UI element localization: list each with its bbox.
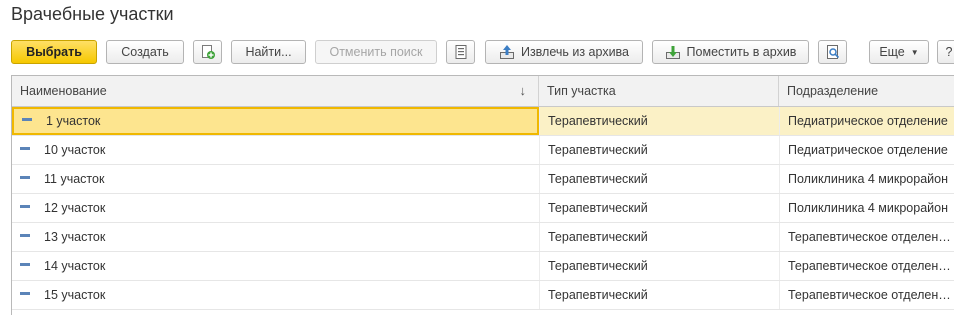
table-body: 1 участок Терапевтический Педиатрическое… xyxy=(12,107,954,310)
extract-from-archive-button[interactable]: Извлечь из архива xyxy=(485,40,643,64)
row-name: 10 участок xyxy=(44,143,106,157)
table-row[interactable]: 12 участок Терапевтический Поликлиника 4… xyxy=(12,194,954,223)
table-row[interactable]: 10 участок Терапевтический Педиатрическо… xyxy=(12,136,954,165)
help-button[interactable]: ? xyxy=(937,40,954,64)
row-department-cell[interactable]: Поликлиника 4 микрорайон xyxy=(779,194,954,222)
row-name: 13 участок xyxy=(44,230,106,244)
row-department-cell[interactable]: Педиатрическое отделение xyxy=(779,136,954,164)
table-row[interactable]: 11 участок Терапевтический Поликлиника 4… xyxy=(12,165,954,194)
create-button[interactable]: Создать xyxy=(106,40,184,64)
row-name-cell[interactable]: 12 участок xyxy=(12,194,539,222)
list-icon xyxy=(453,44,469,60)
add-copy-icon xyxy=(200,44,216,60)
table-row[interactable]: 14 участок Терапевтический Терапевтическ… xyxy=(12,252,954,281)
column-header-name[interactable]: Наименование ↓ xyxy=(12,76,539,106)
search-document-button[interactable] xyxy=(818,40,847,64)
toolbar: Выбрать Создать Найти... Отменить поиск xyxy=(11,40,954,64)
sort-down-icon: ↓ xyxy=(519,83,527,98)
item-icon xyxy=(20,263,30,267)
row-name-cell[interactable]: 15 участок xyxy=(12,281,539,309)
row-name: 14 участок xyxy=(44,259,106,273)
more-button[interactable]: Еще ▼ xyxy=(869,40,929,64)
row-department-cell[interactable]: Педиатрическое отделение xyxy=(779,107,954,135)
row-department-cell[interactable]: Поликлиника 4 микрорайон xyxy=(779,165,954,193)
item-icon xyxy=(20,205,30,209)
put-archive-icon xyxy=(665,44,681,60)
select-button[interactable]: Выбрать xyxy=(11,40,97,64)
column-header-department[interactable]: Подразделение xyxy=(779,76,954,106)
row-type-cell[interactable]: Терапевтический xyxy=(539,136,779,164)
row-name: 15 участок xyxy=(44,288,106,302)
row-name-cell[interactable]: 1 участок xyxy=(12,107,539,135)
chevron-down-icon: ▼ xyxy=(910,47,919,57)
row-name-cell[interactable]: 14 участок xyxy=(12,252,539,280)
row-name-cell[interactable]: 13 участок xyxy=(12,223,539,251)
row-name: 12 участок xyxy=(44,201,106,215)
row-name: 11 участок xyxy=(44,172,105,186)
put-to-archive-button[interactable]: Поместить в архив xyxy=(652,40,809,64)
row-department-cell[interactable]: Терапевтическое отделение xyxy=(779,223,954,251)
table-row[interactable]: 15 участок Терапевтический Терапевтическ… xyxy=(12,281,954,310)
find-button[interactable]: Найти... xyxy=(231,40,306,64)
row-type-cell[interactable]: Терапевтический xyxy=(539,107,779,135)
put-archive-label: Поместить в архив xyxy=(686,45,797,59)
extract-archive-icon xyxy=(499,44,515,60)
item-icon xyxy=(20,292,30,296)
item-icon xyxy=(20,234,30,238)
table-row[interactable]: 13 участок Терапевтический Терапевтическ… xyxy=(12,223,954,252)
row-type-cell[interactable]: Терапевтический xyxy=(539,194,779,222)
data-table: Наименование ↓ Тип участка Подразделение… xyxy=(11,75,954,315)
copy-button[interactable] xyxy=(193,40,222,64)
search-document-icon xyxy=(825,44,841,60)
extract-archive-label: Извлечь из архива xyxy=(520,45,630,59)
table-header: Наименование ↓ Тип участка Подразделение xyxy=(12,76,954,107)
row-department-cell[interactable]: Терапевтическое отделение xyxy=(779,252,954,280)
row-type-cell[interactable]: Терапевтический xyxy=(539,165,779,193)
row-department-cell[interactable]: Терапевтическое отделение xyxy=(779,281,954,309)
cancel-search-button[interactable]: Отменить поиск xyxy=(315,40,437,64)
row-name-cell[interactable]: 10 участок xyxy=(12,136,539,164)
column-header-name-label: Наименование xyxy=(20,84,107,98)
item-icon xyxy=(22,118,32,122)
more-label: Еще xyxy=(879,45,905,59)
item-icon xyxy=(20,176,30,180)
row-type-cell[interactable]: Терапевтический xyxy=(539,252,779,280)
list-view-button[interactable] xyxy=(446,40,475,64)
table-row[interactable]: 1 участок Терапевтический Педиатрическое… xyxy=(12,107,954,136)
item-icon xyxy=(20,147,30,151)
page-title: Врачебные участки xyxy=(11,4,174,24)
row-name-cell[interactable]: 11 участок xyxy=(12,165,539,193)
row-name: 1 участок xyxy=(46,114,101,128)
column-header-type[interactable]: Тип участка xyxy=(539,76,779,106)
row-type-cell[interactable]: Терапевтический xyxy=(539,281,779,309)
row-type-cell[interactable]: Терапевтический xyxy=(539,223,779,251)
